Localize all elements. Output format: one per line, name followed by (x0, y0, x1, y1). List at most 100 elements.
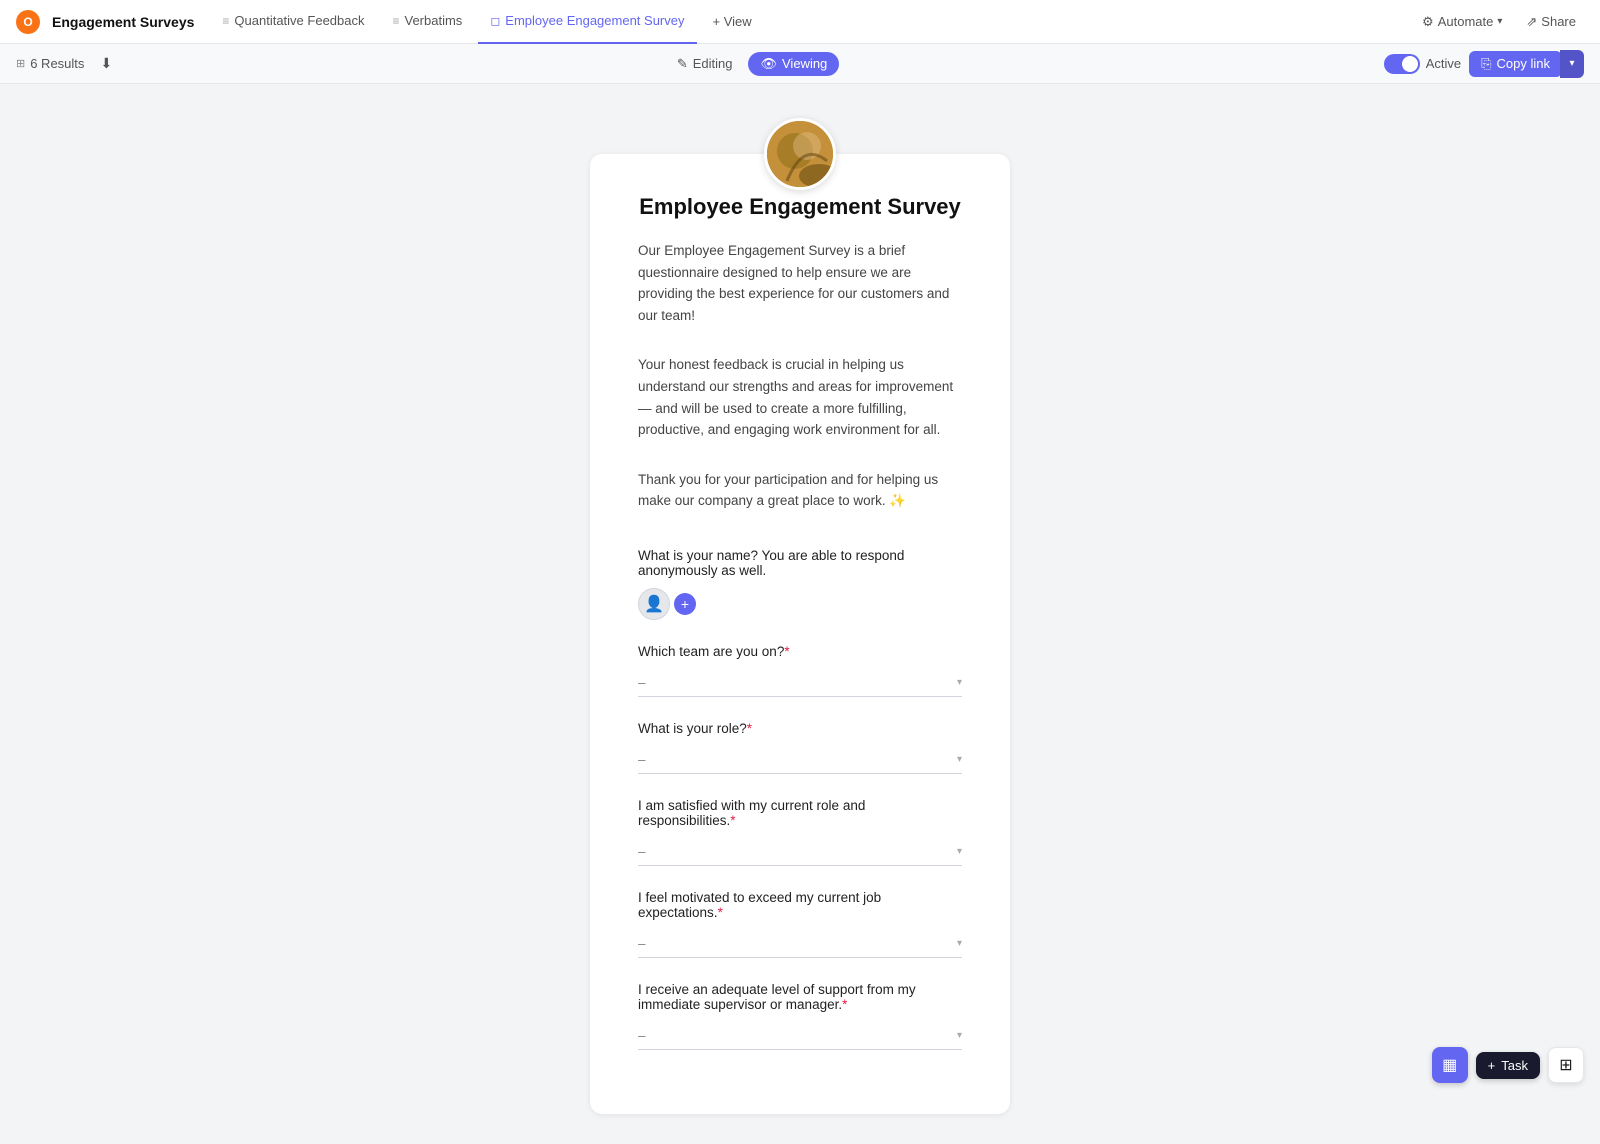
motivation-dropdown[interactable]: – ▾ (638, 930, 962, 958)
tab-quantitative-feedback[interactable]: ≡ Quantitative Feedback (210, 0, 376, 44)
question-6-label: I receive an adequate level of support f… (638, 982, 962, 1012)
chevron-down-icon: ▾ (957, 938, 962, 949)
pencil-icon: ✎ (677, 56, 688, 72)
question-4-label: I am satisfied with my current role and … (638, 798, 962, 828)
question-5: I feel motivated to exceed my current jo… (638, 890, 962, 958)
automate-button[interactable]: ⚙ Automate ▾ (1414, 10, 1510, 34)
grid-view-button[interactable]: ⊞ (1548, 1047, 1584, 1083)
download-icon: ⬇ (101, 55, 113, 72)
editing-mode-button[interactable]: ✎ Editing (665, 52, 745, 76)
share-icon: ⇗ (1526, 14, 1537, 30)
question-3-label: What is your role?* (638, 721, 962, 736)
chevron-down-icon: ▾ (957, 1030, 962, 1041)
tab-verbatims[interactable]: ≡ Verbatims (380, 0, 474, 44)
tab-label: Quantitative Feedback (234, 13, 364, 28)
satisfaction-dropdown-value: – (638, 844, 646, 859)
main-content: Employee Engagement Survey Our Employee … (0, 84, 1600, 1144)
team-dropdown-value: – (638, 675, 646, 690)
survey-card: Employee Engagement Survey Our Employee … (590, 154, 1010, 1114)
share-button[interactable]: ⇗ Share (1518, 10, 1584, 34)
plus-icon: + (681, 596, 689, 612)
topnav-right-actions: ⚙ Automate ▾ ⇗ Share (1414, 10, 1584, 34)
person-avatar: 👤 (638, 588, 670, 620)
tab-icon: ≡ (222, 14, 229, 28)
chevron-down-icon: ▾ (957, 754, 962, 765)
app-logo: O (16, 10, 40, 34)
task-button[interactable]: + Task (1476, 1052, 1540, 1079)
editing-label: Editing (693, 56, 733, 71)
separator-2 (638, 453, 962, 469)
required-marker: * (747, 721, 752, 736)
plus-icon: + (1488, 1058, 1496, 1073)
tab-label: Employee Engagement Survey (505, 13, 684, 28)
chevron-down-icon: ▾ (957, 677, 962, 688)
copy-link-chevron-button[interactable]: ▾ (1560, 50, 1584, 78)
support-dropdown-value: – (638, 1028, 646, 1043)
question-4: I am satisfied with my current role and … (638, 798, 962, 866)
task-label: Task (1501, 1058, 1528, 1073)
copy-link-button[interactable]: ⎘ Copy link (1469, 51, 1562, 77)
table-icon: ▦ (1442, 1055, 1457, 1075)
survey-title: Employee Engagement Survey (638, 194, 962, 220)
automate-chevron-icon: ▾ (1497, 16, 1502, 27)
question-2: Which team are you on?* – ▾ (638, 644, 962, 697)
question-2-label: Which team are you on?* (638, 644, 962, 659)
tab-icon: ≡ (392, 14, 399, 28)
chevron-down-icon: ▾ (1569, 58, 1574, 69)
download-button[interactable]: ⬇ (92, 50, 120, 78)
separator-1 (638, 338, 962, 354)
survey-description-1: Our Employee Engagement Survey is a brie… (638, 240, 962, 326)
active-toggle: Active (1384, 54, 1461, 74)
subtoolbar-right-actions: Active ⎘ Copy link ▾ (1384, 50, 1584, 78)
grid-icon: ⊞ (1559, 1055, 1572, 1075)
question-3: What is your role?* – ▾ (638, 721, 962, 774)
tab-label: Verbatims (405, 13, 463, 28)
bottom-actions: ▦ + Task ⊞ (1432, 1047, 1584, 1083)
required-marker: * (730, 813, 735, 828)
add-person-button[interactable]: + (674, 593, 696, 615)
support-dropdown[interactable]: – ▾ (638, 1022, 962, 1050)
required-marker: * (784, 644, 789, 659)
top-navigation: O Engagement Surveys ≡ Quantitative Feed… (0, 0, 1600, 44)
question-5-label: I feel motivated to exceed my current jo… (638, 890, 962, 920)
automate-label: Automate (1438, 14, 1494, 29)
app-title: Engagement Surveys (52, 14, 194, 30)
role-dropdown[interactable]: – ▾ (638, 746, 962, 774)
survey-description-2: Your honest feedback is crucial in helpi… (638, 354, 962, 440)
add-view-label: + View (713, 14, 752, 29)
table-view-button[interactable]: ▦ (1432, 1047, 1468, 1083)
avatar-image (767, 121, 833, 187)
mode-toggle: ✎ Editing 👁 Viewing (128, 52, 1375, 76)
link-icon: ⎘ (1481, 56, 1491, 72)
share-label: Share (1541, 14, 1576, 29)
viewing-mode-button[interactable]: 👁 Viewing (748, 52, 839, 76)
role-dropdown-value: – (638, 752, 646, 767)
satisfaction-dropdown[interactable]: – ▾ (638, 838, 962, 866)
tab-employee-engagement-survey[interactable]: ◻ Employee Engagement Survey (478, 0, 696, 44)
chevron-down-icon: ▾ (957, 846, 962, 857)
eye-icon: 👁 (760, 56, 777, 72)
viewing-label: Viewing (782, 56, 827, 71)
required-marker: * (842, 997, 847, 1012)
question-6: I receive an adequate level of support f… (638, 982, 962, 1050)
tab-icon: ◻ (490, 14, 500, 28)
results-count: 6 Results (30, 56, 84, 71)
person-icon: 👤 (644, 594, 664, 614)
automate-icon: ⚙ (1422, 14, 1434, 30)
active-toggle-switch[interactable] (1384, 54, 1420, 74)
add-view-button[interactable]: + View (701, 0, 764, 44)
copy-link-label: Copy link (1497, 56, 1550, 71)
required-marker: * (718, 905, 723, 920)
subtoolbar: ⊞ 6 Results ⬇ ✎ Editing 👁 Viewing Active… (0, 44, 1600, 84)
team-dropdown[interactable]: – ▾ (638, 669, 962, 697)
motivation-dropdown-value: – (638, 936, 646, 951)
survey-avatar (764, 118, 836, 190)
question-1-label: What is your name? You are able to respo… (638, 548, 962, 578)
results-badge[interactable]: ⊞ 6 Results (16, 56, 84, 71)
question-1: What is your name? You are able to respo… (638, 548, 962, 620)
spacer (638, 524, 962, 548)
active-label: Active (1426, 56, 1461, 71)
people-picker[interactable]: 👤 + (638, 588, 962, 620)
survey-description-3: Thank you for your participation and for… (638, 469, 962, 512)
results-icon: ⊞ (16, 57, 25, 70)
